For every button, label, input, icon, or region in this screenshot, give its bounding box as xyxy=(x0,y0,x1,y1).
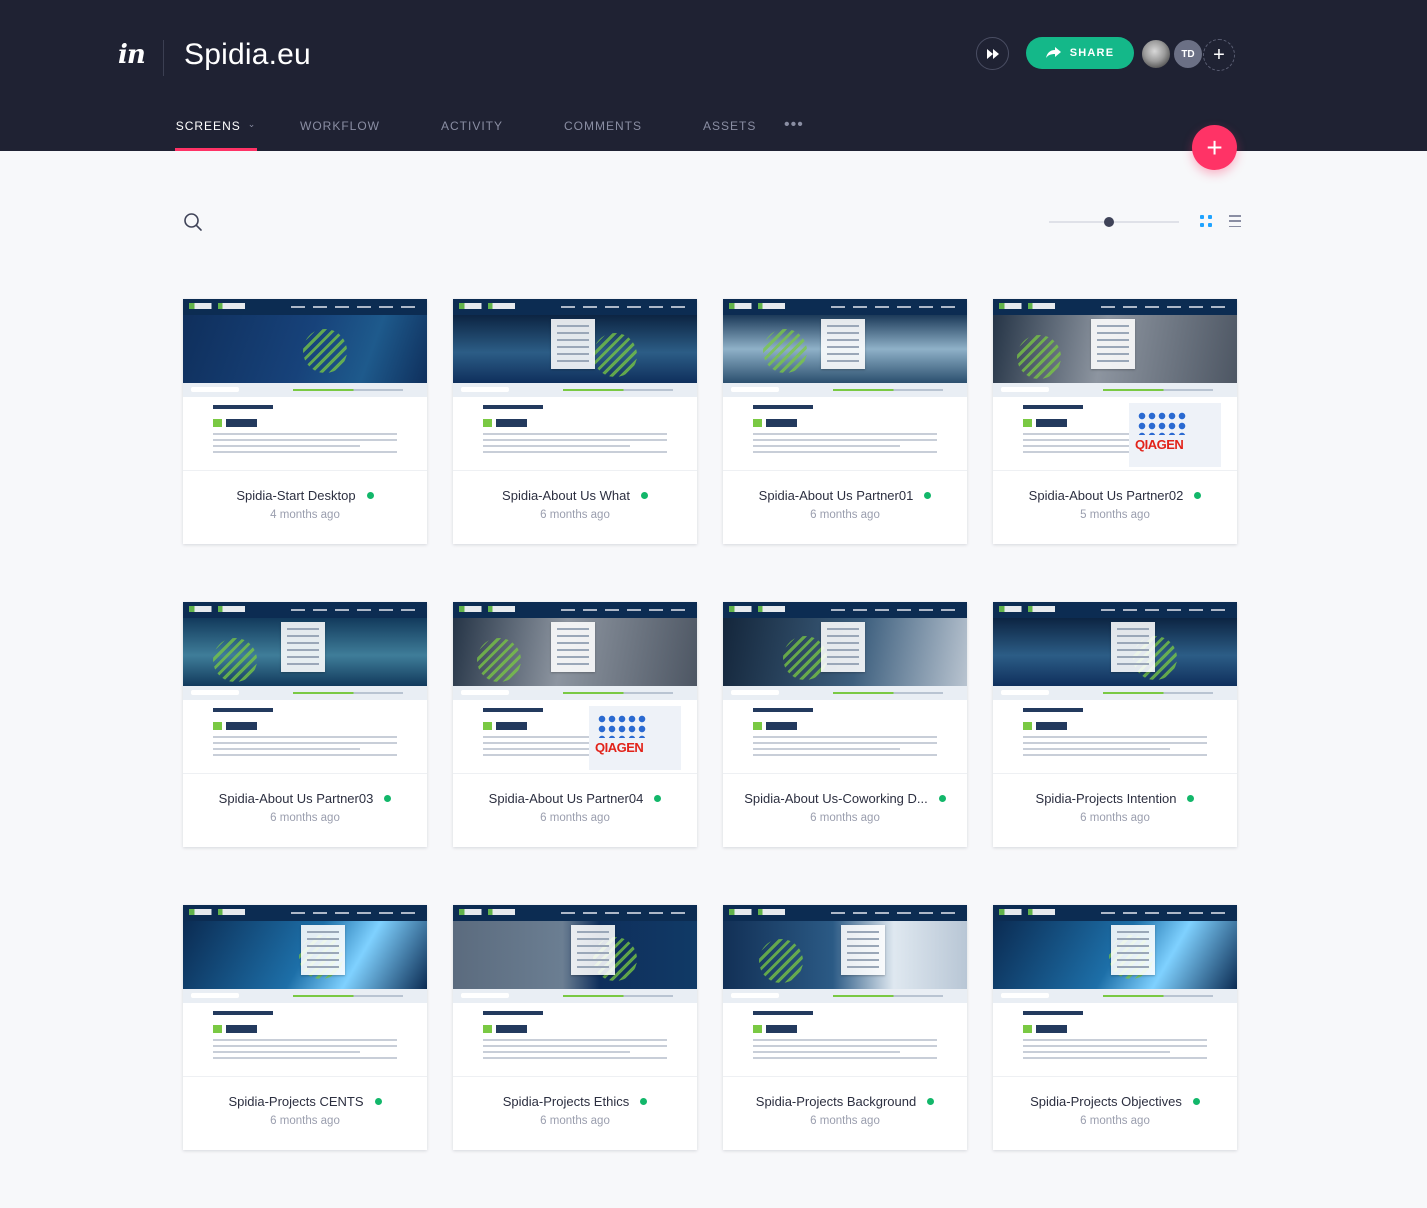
screen-card[interactable]: QIAGEN Spidia-About Us Partner02 5 month… xyxy=(993,299,1237,544)
screen-updated-time: 6 months ago xyxy=(270,812,340,824)
screen-thumbnail[interactable] xyxy=(183,905,427,1077)
screen-title[interactable]: Spidia-Projects Intention xyxy=(1036,791,1177,806)
screen-thumbnail[interactable] xyxy=(453,299,697,471)
screen-thumbnail[interactable] xyxy=(183,299,427,471)
tab-comments[interactable]: COMMENTS xyxy=(564,110,642,151)
screen-thumbnail[interactable] xyxy=(993,602,1237,774)
status-dot xyxy=(1187,795,1195,802)
screen-title[interactable]: Spidia-Projects Ethics xyxy=(503,1094,629,1109)
screen-updated-time: 6 months ago xyxy=(540,1115,610,1127)
preview-button[interactable] xyxy=(976,37,1009,70)
screen-title[interactable]: Spidia-Projects Objectives xyxy=(1030,1094,1182,1109)
screen-card[interactable]: QIAGEN Spidia-About Us Partner04 6 month… xyxy=(453,602,697,847)
screen-card[interactable]: Spidia-Projects Intention 6 months ago xyxy=(993,602,1237,847)
tab-screens-label: SCREENS xyxy=(175,119,241,133)
tab-workflow[interactable]: WORKFLOW xyxy=(300,110,380,151)
status-dot xyxy=(654,795,662,802)
screen-updated-time: 6 months ago xyxy=(810,812,880,824)
screen-card[interactable]: Spidia-About Us Partner01 6 months ago xyxy=(723,299,967,544)
screen-title[interactable]: Spidia-Start Desktop xyxy=(236,488,355,503)
list-view-icon[interactable] xyxy=(1229,215,1241,227)
grid-view-icon[interactable] xyxy=(1200,215,1212,227)
tab-activity[interactable]: ACTIVITY xyxy=(441,110,503,151)
screen-title[interactable]: Spidia-About Us What xyxy=(502,488,630,503)
screen-updated-time: 6 months ago xyxy=(810,1115,880,1127)
share-button[interactable]: SHARE xyxy=(1026,37,1134,69)
screen-title[interactable]: Spidia-Projects Background xyxy=(756,1094,916,1109)
status-dot xyxy=(927,1098,935,1105)
screen-updated-time: 6 months ago xyxy=(1080,812,1150,824)
screens-grid: Spidia-Start Desktop 4 months ago Spidia… xyxy=(183,299,1238,1150)
status-dot xyxy=(366,492,374,499)
status-dot xyxy=(384,795,392,802)
tab-workflow-label: WORKFLOW xyxy=(300,119,380,133)
search-icon[interactable] xyxy=(183,212,203,232)
invision-logo[interactable]: in xyxy=(118,40,146,70)
tab-comments-label: COMMENTS xyxy=(564,119,643,133)
screen-updated-time: 6 months ago xyxy=(540,509,610,521)
screen-thumbnail[interactable] xyxy=(723,299,967,471)
screen-card[interactable]: Spidia-About Us Partner03 6 months ago xyxy=(183,602,427,847)
screen-title[interactable]: Spidia-About Us Partner02 xyxy=(1029,488,1184,503)
tab-activity-label: ACTIVITY xyxy=(441,119,504,133)
screen-updated-time: 6 months ago xyxy=(1080,1115,1150,1127)
tab-screens[interactable]: SCREENS ⌄ xyxy=(175,110,257,151)
screen-card[interactable]: Spidia-About Us What 6 months ago xyxy=(453,299,697,544)
screen-card[interactable]: Spidia-Projects Background 6 months ago xyxy=(723,905,967,1150)
screen-thumbnail[interactable]: QIAGEN xyxy=(993,299,1237,471)
zoom-slider-handle[interactable] xyxy=(1103,217,1114,227)
screen-card[interactable]: Spidia-Projects Ethics 6 months ago xyxy=(453,905,697,1150)
collaborator-avatar-photo[interactable] xyxy=(1140,38,1172,70)
screen-title[interactable]: Spidia-Projects CENTS xyxy=(228,1094,363,1109)
status-dot xyxy=(640,1098,648,1105)
tab-assets-label: ASSETS xyxy=(703,119,757,133)
status-dot xyxy=(374,1098,382,1105)
tab-assets[interactable]: ASSETS xyxy=(703,110,756,151)
screen-updated-time: 5 months ago xyxy=(1080,509,1150,521)
status-dot xyxy=(924,492,932,499)
project-tabs: SCREENS ⌄ WORKFLOW ACTIVITY COMMENTS ASS… xyxy=(175,110,756,151)
screen-updated-time: 6 months ago xyxy=(270,1115,340,1127)
zoom-slider[interactable] xyxy=(1049,217,1179,227)
share-label: SHARE xyxy=(1069,47,1115,59)
status-dot xyxy=(640,492,648,499)
screen-title[interactable]: Spidia-About Us Partner03 xyxy=(219,791,374,806)
project-title[interactable]: Spidia.eu xyxy=(184,38,311,72)
screen-updated-time: 6 months ago xyxy=(810,509,880,521)
screen-title[interactable]: Spidia-About Us-Coworking D... xyxy=(744,791,928,806)
screen-updated-time: 4 months ago xyxy=(270,509,340,521)
screen-thumbnail[interactable]: QIAGEN xyxy=(453,602,697,774)
add-screen-button[interactable]: + xyxy=(1192,125,1237,170)
screen-title[interactable]: Spidia-About Us Partner04 xyxy=(489,791,644,806)
add-collaborator-button[interactable]: + xyxy=(1203,39,1235,71)
more-tabs-icon[interactable]: ••• xyxy=(784,116,804,134)
screen-thumbnail[interactable] xyxy=(993,905,1237,1077)
screen-card[interactable]: Spidia-Start Desktop 4 months ago xyxy=(183,299,427,544)
screen-title[interactable]: Spidia-About Us Partner01 xyxy=(759,488,914,503)
header-divider xyxy=(163,40,164,76)
screen-updated-time: 6 months ago xyxy=(540,812,610,824)
screen-card[interactable]: Spidia-About Us-Coworking D... 6 months … xyxy=(723,602,967,847)
screen-thumbnail[interactable] xyxy=(723,905,967,1077)
screen-thumbnail[interactable] xyxy=(723,602,967,774)
collaborator-avatar-initials[interactable]: TD xyxy=(1172,38,1204,70)
chevron-down-icon: ⌄ xyxy=(247,119,257,129)
screen-thumbnail[interactable] xyxy=(453,905,697,1077)
screen-thumbnail[interactable] xyxy=(183,602,427,774)
status-dot xyxy=(938,795,946,802)
status-dot xyxy=(1192,1098,1200,1105)
fast-forward-icon xyxy=(986,48,999,59)
screen-card[interactable]: Spidia-Projects Objectives 6 months ago xyxy=(993,905,1237,1150)
status-dot xyxy=(1194,492,1202,499)
screen-card[interactable]: Spidia-Projects CENTS 6 months ago xyxy=(183,905,427,1150)
share-arrow-icon xyxy=(1045,47,1061,58)
